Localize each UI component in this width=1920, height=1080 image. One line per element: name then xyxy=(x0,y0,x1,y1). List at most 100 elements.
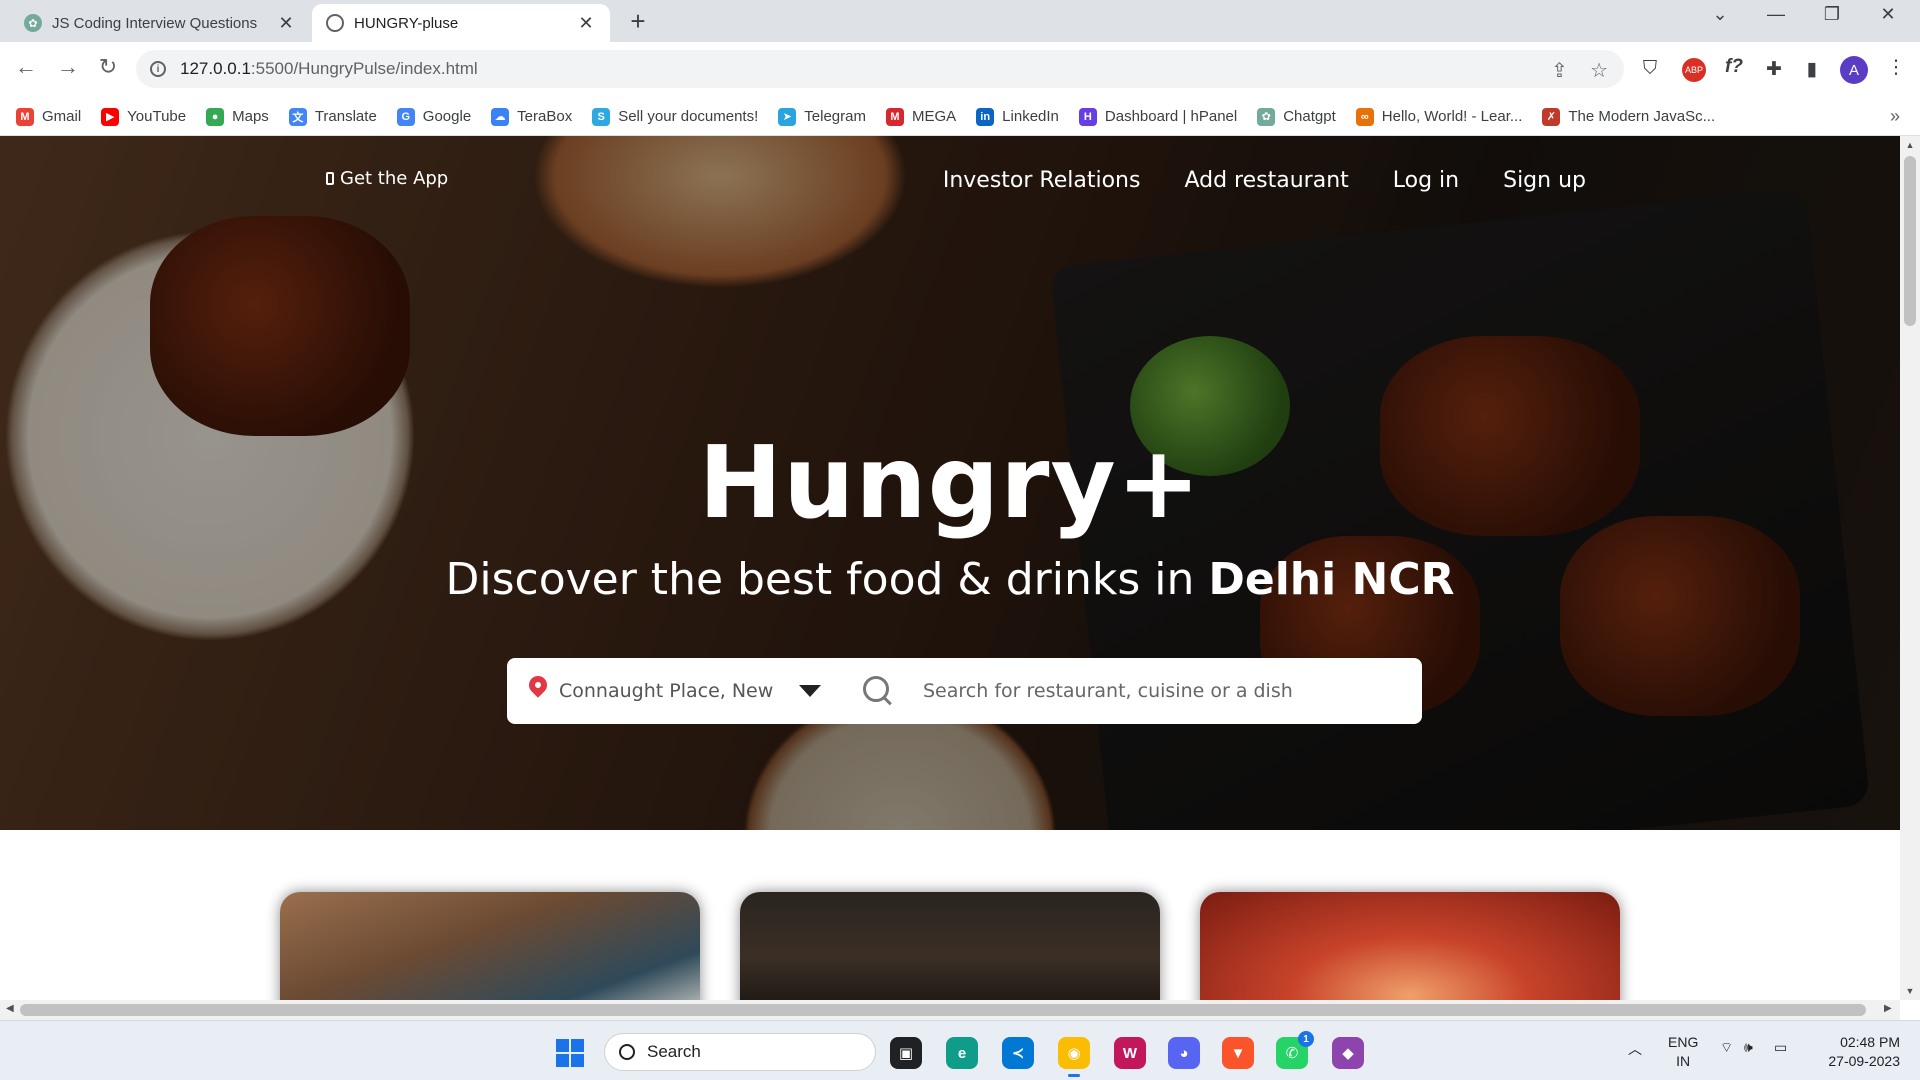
address-bar[interactable]: i 127.0.0.1:5500/HungryPulse/index.html … xyxy=(136,50,1624,88)
scroll-down-arrow-icon[interactable]: ▼ xyxy=(1900,986,1920,996)
gmail-icon: M xyxy=(16,107,34,126)
scroll-up-arrow-icon[interactable]: ▲ xyxy=(1900,140,1920,150)
bookmark-label: Dashboard | hPanel xyxy=(1104,108,1238,125)
new-tab-button[interactable]: + xyxy=(622,6,654,37)
card-nightlife-image[interactable] xyxy=(1200,892,1620,1000)
sell-docs-icon: S xyxy=(592,107,611,126)
location-input[interactable] xyxy=(559,680,779,702)
horizontal-scrollbar[interactable]: ◀ ▶ xyxy=(0,1000,1900,1020)
telegram-icon: ➤ xyxy=(778,107,797,126)
bookmark-label: The Modern JavaSc... xyxy=(1568,108,1716,125)
get-app-label: Get the App xyxy=(340,168,449,189)
app-launcher-icon[interactable]: ◆ xyxy=(1332,1037,1364,1069)
horizontal-scroll-thumb[interactable] xyxy=(20,1004,1866,1016)
card-dining-image[interactable] xyxy=(740,892,1160,1000)
scroll-right-arrow-icon[interactable]: ▶ xyxy=(1884,1003,1892,1014)
wps-icon[interactable]: W xyxy=(1114,1037,1146,1069)
bookmark-maps[interactable]: ● Maps xyxy=(206,107,269,126)
chatgpt-favicon-icon: ✿ xyxy=(24,14,42,32)
bookmark-the-modern-javasc[interactable]: ✗ The Modern JavaSc... xyxy=(1542,107,1716,126)
bookmark-hello-world-lear[interactable]: ∞ Hello, World! - Lear... xyxy=(1355,107,1523,126)
wifi-icon[interactable]: ⌔ xyxy=(1720,1039,1733,1057)
card-order-online-image[interactable] xyxy=(280,892,700,1000)
system-clock[interactable]: 02:48 PM 27-09-2023 xyxy=(1814,1033,1900,1071)
bookmark-translate[interactable]: 文 Translate xyxy=(288,107,377,126)
whatsapp-badge: 1 xyxy=(1298,1031,1314,1047)
more-bookmarks-button[interactable]: » xyxy=(1890,106,1900,127)
extensions-puzzle-icon[interactable]: ✚ xyxy=(1760,58,1788,81)
nav-add-restaurant[interactable]: Add restaurant xyxy=(1184,168,1348,193)
dish-search-input[interactable] xyxy=(923,680,1343,702)
windows-start-icon[interactable] xyxy=(556,1039,584,1067)
bookmark-gmail[interactable]: M Gmail xyxy=(16,107,82,126)
bookmark-telegram[interactable]: ➤ Telegram xyxy=(778,107,866,126)
nav-investor-relations[interactable]: Investor Relations xyxy=(943,168,1141,193)
bookmark-label: Hello, World! - Lear... xyxy=(1381,108,1523,125)
bookmark-label: Google xyxy=(422,108,472,125)
tab-js-coding[interactable]: ✿ JS Coding Interview Questions ✕ xyxy=(10,4,310,42)
close-tab-icon[interactable]: ✕ xyxy=(276,13,296,34)
location-pin-icon xyxy=(527,676,549,706)
mega-icon: M xyxy=(885,107,904,126)
lang-primary: ENG xyxy=(1668,1034,1699,1050)
whatsapp-icon[interactable]: ✆ 1 xyxy=(1276,1031,1314,1069)
browser-toolbar: ← → ↻ i 127.0.0.1:5500/HungryPulse/index… xyxy=(0,42,1920,98)
language-indicator[interactable]: ENG IN xyxy=(1668,1033,1698,1071)
bookmark-google[interactable]: G Google xyxy=(396,107,472,126)
clock-time: 02:48 PM xyxy=(1840,1034,1900,1050)
task-view-icon[interactable]: ▣ xyxy=(890,1037,922,1069)
hero-banner: Get the App Investor Relations Add resta… xyxy=(0,136,1900,830)
discord-icon[interactable]: ◕ xyxy=(1168,1037,1200,1069)
taskbar-search[interactable]: Search xyxy=(604,1033,876,1071)
minimize-button[interactable]: — xyxy=(1756,4,1796,25)
scroll-left-arrow-icon[interactable]: ◀ xyxy=(6,1003,14,1014)
hello-world-icon: ∞ xyxy=(1355,107,1374,126)
tab-strip: ✿ JS Coding Interview Questions ✕ HUNGRY… xyxy=(0,0,1920,42)
page-viewport: Get the App Investor Relations Add resta… xyxy=(0,136,1900,1000)
formula-extension-icon[interactable]: f? xyxy=(1720,56,1748,78)
brand-title: Hungry+ xyxy=(698,424,1202,541)
get-the-app-link[interactable]: Get the App xyxy=(326,168,448,189)
vscode-icon[interactable]: ≺ xyxy=(1002,1037,1034,1069)
show-hidden-icons-icon[interactable]: ︿ xyxy=(1628,1039,1642,1059)
bookmark-mega[interactable]: M MEGA xyxy=(885,107,956,126)
edge-icon[interactable]: e xyxy=(946,1037,978,1069)
close-window-button[interactable]: ✕ xyxy=(1868,4,1908,25)
chrome-menu-icon[interactable]: ⋮ xyxy=(1882,56,1910,79)
back-button[interactable]: ← xyxy=(10,54,42,80)
extension-shield-icon[interactable]: ⛉ xyxy=(1636,58,1664,80)
bookmark-chatgpt[interactable]: ✿ Chatgpt xyxy=(1257,107,1336,126)
adblock-extension-icon[interactable]: ABP xyxy=(1682,58,1706,82)
nav-sign-up[interactable]: Sign up xyxy=(1503,168,1586,193)
restore-button[interactable]: ❐ xyxy=(1812,4,1852,25)
close-tab-icon[interactable]: ✕ xyxy=(576,13,596,34)
forward-button[interactable]: → xyxy=(52,54,84,80)
url-host: 127.0.0.1 xyxy=(180,59,251,78)
battery-icon[interactable]: ▭ xyxy=(1774,1039,1787,1056)
bookmark-terabox[interactable]: ☁ TeraBox xyxy=(491,107,572,126)
share-icon[interactable]: ⇪ xyxy=(1551,60,1568,82)
bookmark-label: Gmail xyxy=(42,108,82,125)
nav-log-in[interactable]: Log in xyxy=(1393,168,1459,193)
hero-tagline: Discover the best food & drinks in Delhi… xyxy=(0,554,1900,605)
caret-down-icon[interactable] xyxy=(799,685,821,697)
site-info-icon[interactable]: i xyxy=(150,61,166,77)
tagline-city: Delhi NCR xyxy=(1208,554,1455,605)
bookmark-label: Translate xyxy=(314,108,377,125)
brave-icon[interactable]: ▼ xyxy=(1222,1037,1254,1069)
chrome-icon[interactable]: ◉ xyxy=(1058,1037,1090,1077)
tab-hungry-pluse[interactable]: HUNGRY-pluse ✕ xyxy=(312,4,610,42)
bookmark-youtube[interactable]: ▶ YouTube xyxy=(101,107,186,126)
vertical-scrollbar[interactable]: ▲ ▼ xyxy=(1900,136,1920,1000)
volume-icon[interactable]: 🕪 xyxy=(1744,1039,1753,1056)
tab-search-chevron-icon[interactable]: ⌄ xyxy=(1700,4,1740,25)
vertical-scroll-thumb[interactable] xyxy=(1904,156,1916,326)
bookmark-dashboard-hpanel[interactable]: H Dashboard | hPanel xyxy=(1078,107,1238,126)
reload-button[interactable]: ↻ xyxy=(92,54,124,80)
bookmark-sell-your-documents[interactable]: S Sell your documents! xyxy=(592,107,758,126)
bookmark-star-icon[interactable]: ☆ xyxy=(1590,60,1608,82)
profile-avatar[interactable]: A xyxy=(1840,56,1868,84)
bookmark-label: Maps xyxy=(232,108,269,125)
side-panel-icon[interactable]: ▮ xyxy=(1798,58,1826,81)
bookmark-linkedin[interactable]: in LinkedIn xyxy=(976,107,1059,126)
